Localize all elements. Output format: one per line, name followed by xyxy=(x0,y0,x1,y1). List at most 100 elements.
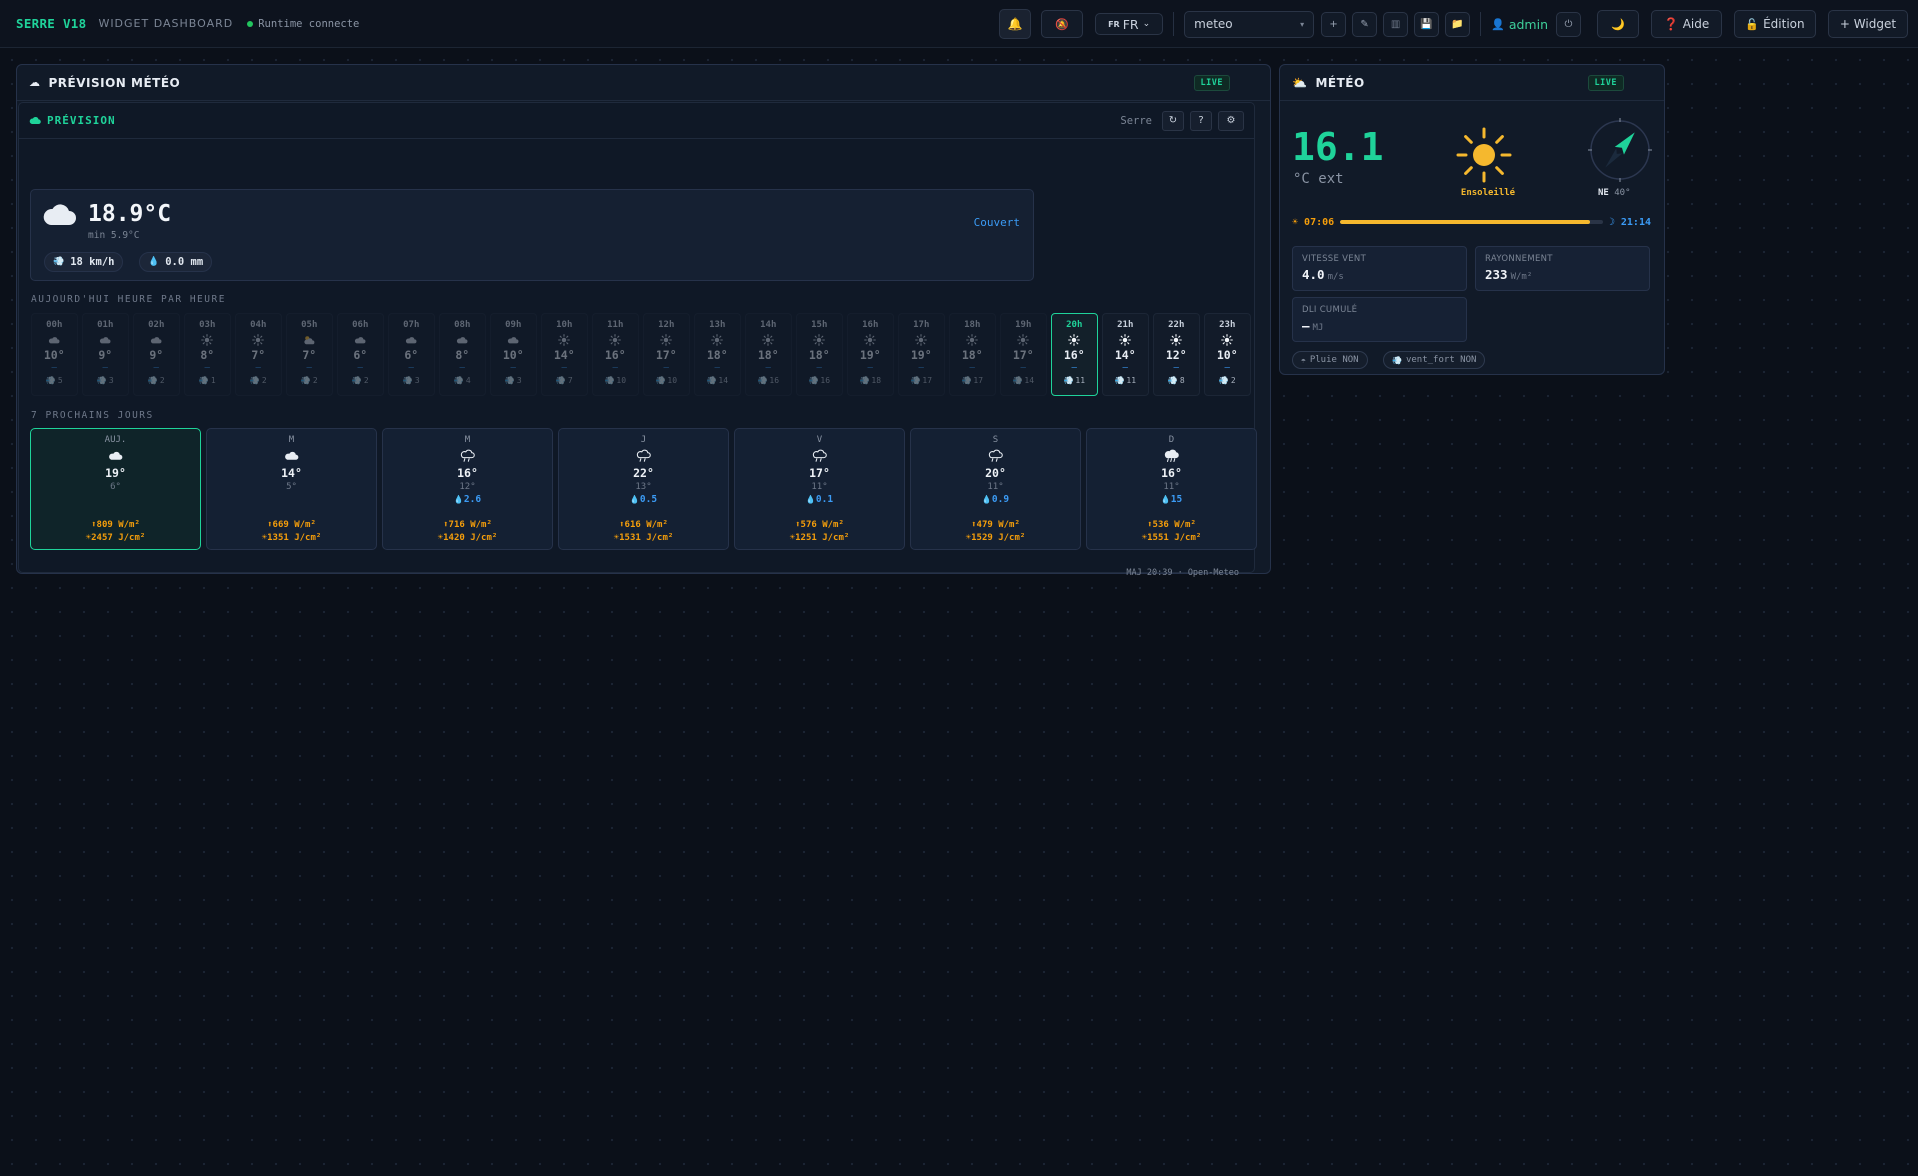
wind-needle xyxy=(1605,132,1635,168)
hour-card[interactable]: 01h 9° — 💨 3 xyxy=(82,313,129,396)
hour-card[interactable]: 11h 16° — 💨 10 xyxy=(592,313,639,396)
day-card[interactable]: AUJ. 19° 6° ⬆809 W/m² ☀2457 J/cm² xyxy=(30,428,201,550)
chevron-down-icon: ▾ xyxy=(1300,19,1305,29)
widget-header[interactable]: ⛅ MÉTÉO LIVE xyxy=(1280,65,1664,101)
hour-label: 18h xyxy=(964,320,981,330)
user-menu[interactable]: 👤 admin xyxy=(1491,17,1548,32)
hour-card[interactable]: 17h 19° — 💨 17 xyxy=(898,313,945,396)
hour-card[interactable]: 15h 18° — 💨 16 xyxy=(796,313,843,396)
hour-card[interactable]: 06h 6° — 💨 2 xyxy=(337,313,384,396)
open-layout-button[interactable]: 📁 xyxy=(1445,11,1471,37)
hour-card[interactable]: 03h 8° — 💨 1 xyxy=(184,313,231,396)
hour-card[interactable]: 13h 18° — 💨 14 xyxy=(694,313,741,396)
hour-card[interactable]: 05h 7° — 💨 2 xyxy=(286,313,333,396)
hour-rain: — xyxy=(867,363,873,373)
wind-icon: 💨 xyxy=(249,376,260,385)
hour-label: 08h xyxy=(454,320,471,330)
hour-card[interactable]: 23h 10° — 💨 2 xyxy=(1204,313,1251,396)
alerts-button[interactable]: 🔕 xyxy=(1041,10,1084,38)
day-card[interactable]: V 17° 11° 💧0.1 ⬆576 W/m² ☀1251 J/cm² xyxy=(734,428,905,550)
day-min-temperature: 11° xyxy=(811,482,828,492)
hour-wind: 💨 1 xyxy=(199,376,216,385)
help-button[interactable]: ? xyxy=(1190,110,1212,131)
hour-rain: — xyxy=(102,363,108,373)
day-rain-value: 0.5 xyxy=(639,494,658,505)
droplet-icon: 💧 xyxy=(629,495,640,504)
hourly-forecast: 00h 10° — 💨 5 01h 9° — 💨 3 02h 9° — 💨 2 03h 8° — 💨 1 04h 7° — 💨… xyxy=(31,313,1251,396)
day-card[interactable]: D 16° 11° 💧15 ⬆536 W/m² ☀1551 J/cm² xyxy=(1086,428,1257,550)
hour-card[interactable]: 02h 9° — 💨 2 xyxy=(133,313,180,396)
hour-card[interactable]: 20h 16° — 💨 11 xyxy=(1051,313,1098,396)
status-dot-icon xyxy=(247,20,254,27)
hour-card[interactable]: 21h 14° — 💨 11 xyxy=(1102,313,1149,396)
runtime-status-text: Runtime connecte xyxy=(258,17,360,30)
notifications-button[interactable]: 🔔 xyxy=(999,9,1032,39)
widget-title: PRÉVISION MÉTÉO xyxy=(48,75,181,90)
wind-icon: 💨 xyxy=(198,376,209,385)
hour-card[interactable]: 09h 10° — 💨 3 xyxy=(490,313,537,396)
hour-rain: — xyxy=(408,363,414,373)
daylight-track xyxy=(1340,220,1603,224)
wind-speed-stat: VITESSE VENT 4.0 m/s xyxy=(1292,246,1467,291)
current-conditions: 18.9°C min 5.9°C Couvert 💨 18 km/h 💧 0.0… xyxy=(30,189,1034,281)
help-button[interactable]: ❓ Aide xyxy=(1651,10,1722,38)
hour-card[interactable]: 16h 19° — 💨 18 xyxy=(847,313,894,396)
day-max-temperature: 20° xyxy=(985,466,1006,480)
hour-card[interactable]: 00h 10° — 💨 5 xyxy=(31,313,78,396)
cloud-icon xyxy=(150,332,162,347)
language-select[interactable]: FR FR ⌄ xyxy=(1095,13,1164,35)
hour-card[interactable]: 18h 18° — 💨 17 xyxy=(949,313,996,396)
save-layout-button[interactable]: 💾 xyxy=(1414,11,1440,37)
hour-rain: — xyxy=(255,363,261,373)
day-radiation: ⬆479 W/m² xyxy=(971,520,1020,530)
day-light-integral: ☀1351 J/cm² xyxy=(261,533,322,543)
edit-mode-button[interactable]: 🔓 Édition xyxy=(1734,10,1816,38)
widget-header[interactable]: ☁ PRÉVISION MÉTÉO LIVE xyxy=(17,65,1270,101)
hour-label: 19h xyxy=(1015,320,1032,330)
day-light-integral: ☀1551 J/cm² xyxy=(1141,533,1202,543)
refresh-button[interactable]: ↻ xyxy=(1162,110,1184,131)
day-label: J xyxy=(640,435,647,445)
hour-temperature: 16° xyxy=(604,348,626,362)
hour-card[interactable]: 22h 12° — 💨 8 xyxy=(1153,313,1200,396)
hour-card[interactable]: 19h 17° — 💨 14 xyxy=(1000,313,1047,396)
hour-card[interactable]: 04h 7° — 💨 2 xyxy=(235,313,282,396)
day-card[interactable]: M 14° 5° ⬆669 W/m² ☀1351 J/cm² xyxy=(206,428,377,550)
hour-temperature: 8° xyxy=(200,348,215,362)
day-card[interactable]: S 20° 11° 💧0.9 ⬆479 W/m² ☀1529 J/cm² xyxy=(910,428,1081,550)
hour-wind: 💨 17 xyxy=(961,376,983,385)
rename-layout-button[interactable]: ✎ xyxy=(1352,11,1378,37)
hour-card[interactable]: 10h 14° — 💨 7 xyxy=(541,313,588,396)
layout-select[interactable]: meteo ▾ xyxy=(1184,10,1315,38)
theme-toggle[interactable]: 🌙 xyxy=(1597,10,1639,38)
hour-wind-value: 2 xyxy=(159,376,165,385)
bell-icon: 🔔 xyxy=(1007,17,1023,31)
delete-layout-button[interactable]: ▥ xyxy=(1383,11,1409,37)
wind-icon: 💨 xyxy=(910,376,921,385)
logout-button[interactable]: ⏻ xyxy=(1556,11,1581,37)
hour-wind: 💨 3 xyxy=(505,376,522,385)
daily-section-label: 7 PROCHAINS JOURS xyxy=(31,410,154,421)
day-solar: ⬆536 W/m² ☀1551 J/cm² xyxy=(1087,518,1256,543)
day-card[interactable]: J 22° 13° 💧0.5 ⬆616 W/m² ☀1531 J/cm² xyxy=(558,428,729,550)
wind-direction-cardinal: NE xyxy=(1598,188,1609,198)
day-max-temperature: 17° xyxy=(809,466,830,480)
settings-button[interactable]: ⚙ xyxy=(1218,110,1244,131)
hour-card[interactable]: 14h 18° — 💨 16 xyxy=(745,313,792,396)
sunrise: ☀ 07:06 xyxy=(1292,216,1335,228)
daily-forecast: AUJ. 19° 6° ⬆809 W/m² ☀2457 J/cm² M 14° 5° ⬆669 … xyxy=(30,428,1257,550)
hour-card[interactable]: 07h 6° — 💨 3 xyxy=(388,313,435,396)
daylight-progress xyxy=(1340,220,1590,224)
day-radiation: ⬆809 W/m² xyxy=(91,520,140,530)
day-solar: ⬆669 W/m² ☀1351 J/cm² xyxy=(207,518,376,543)
wind-icon: 💨 xyxy=(45,376,56,385)
hour-card[interactable]: 12h 17° — 💨 10 xyxy=(643,313,690,396)
hour-label: 17h xyxy=(913,320,930,330)
day-card[interactable]: M 16° 12° 💧2.6 ⬆716 W/m² ☀1420 J/cm² xyxy=(382,428,553,550)
add-layout-button[interactable]: + xyxy=(1321,11,1347,37)
hour-card[interactable]: 08h 8° — 💨 4 xyxy=(439,313,486,396)
wind-icon: 💨 xyxy=(96,376,107,385)
sun-icon xyxy=(252,332,265,347)
add-widget-button[interactable]: + Widget xyxy=(1828,10,1908,38)
wind-icon: 💨 xyxy=(1167,376,1178,385)
